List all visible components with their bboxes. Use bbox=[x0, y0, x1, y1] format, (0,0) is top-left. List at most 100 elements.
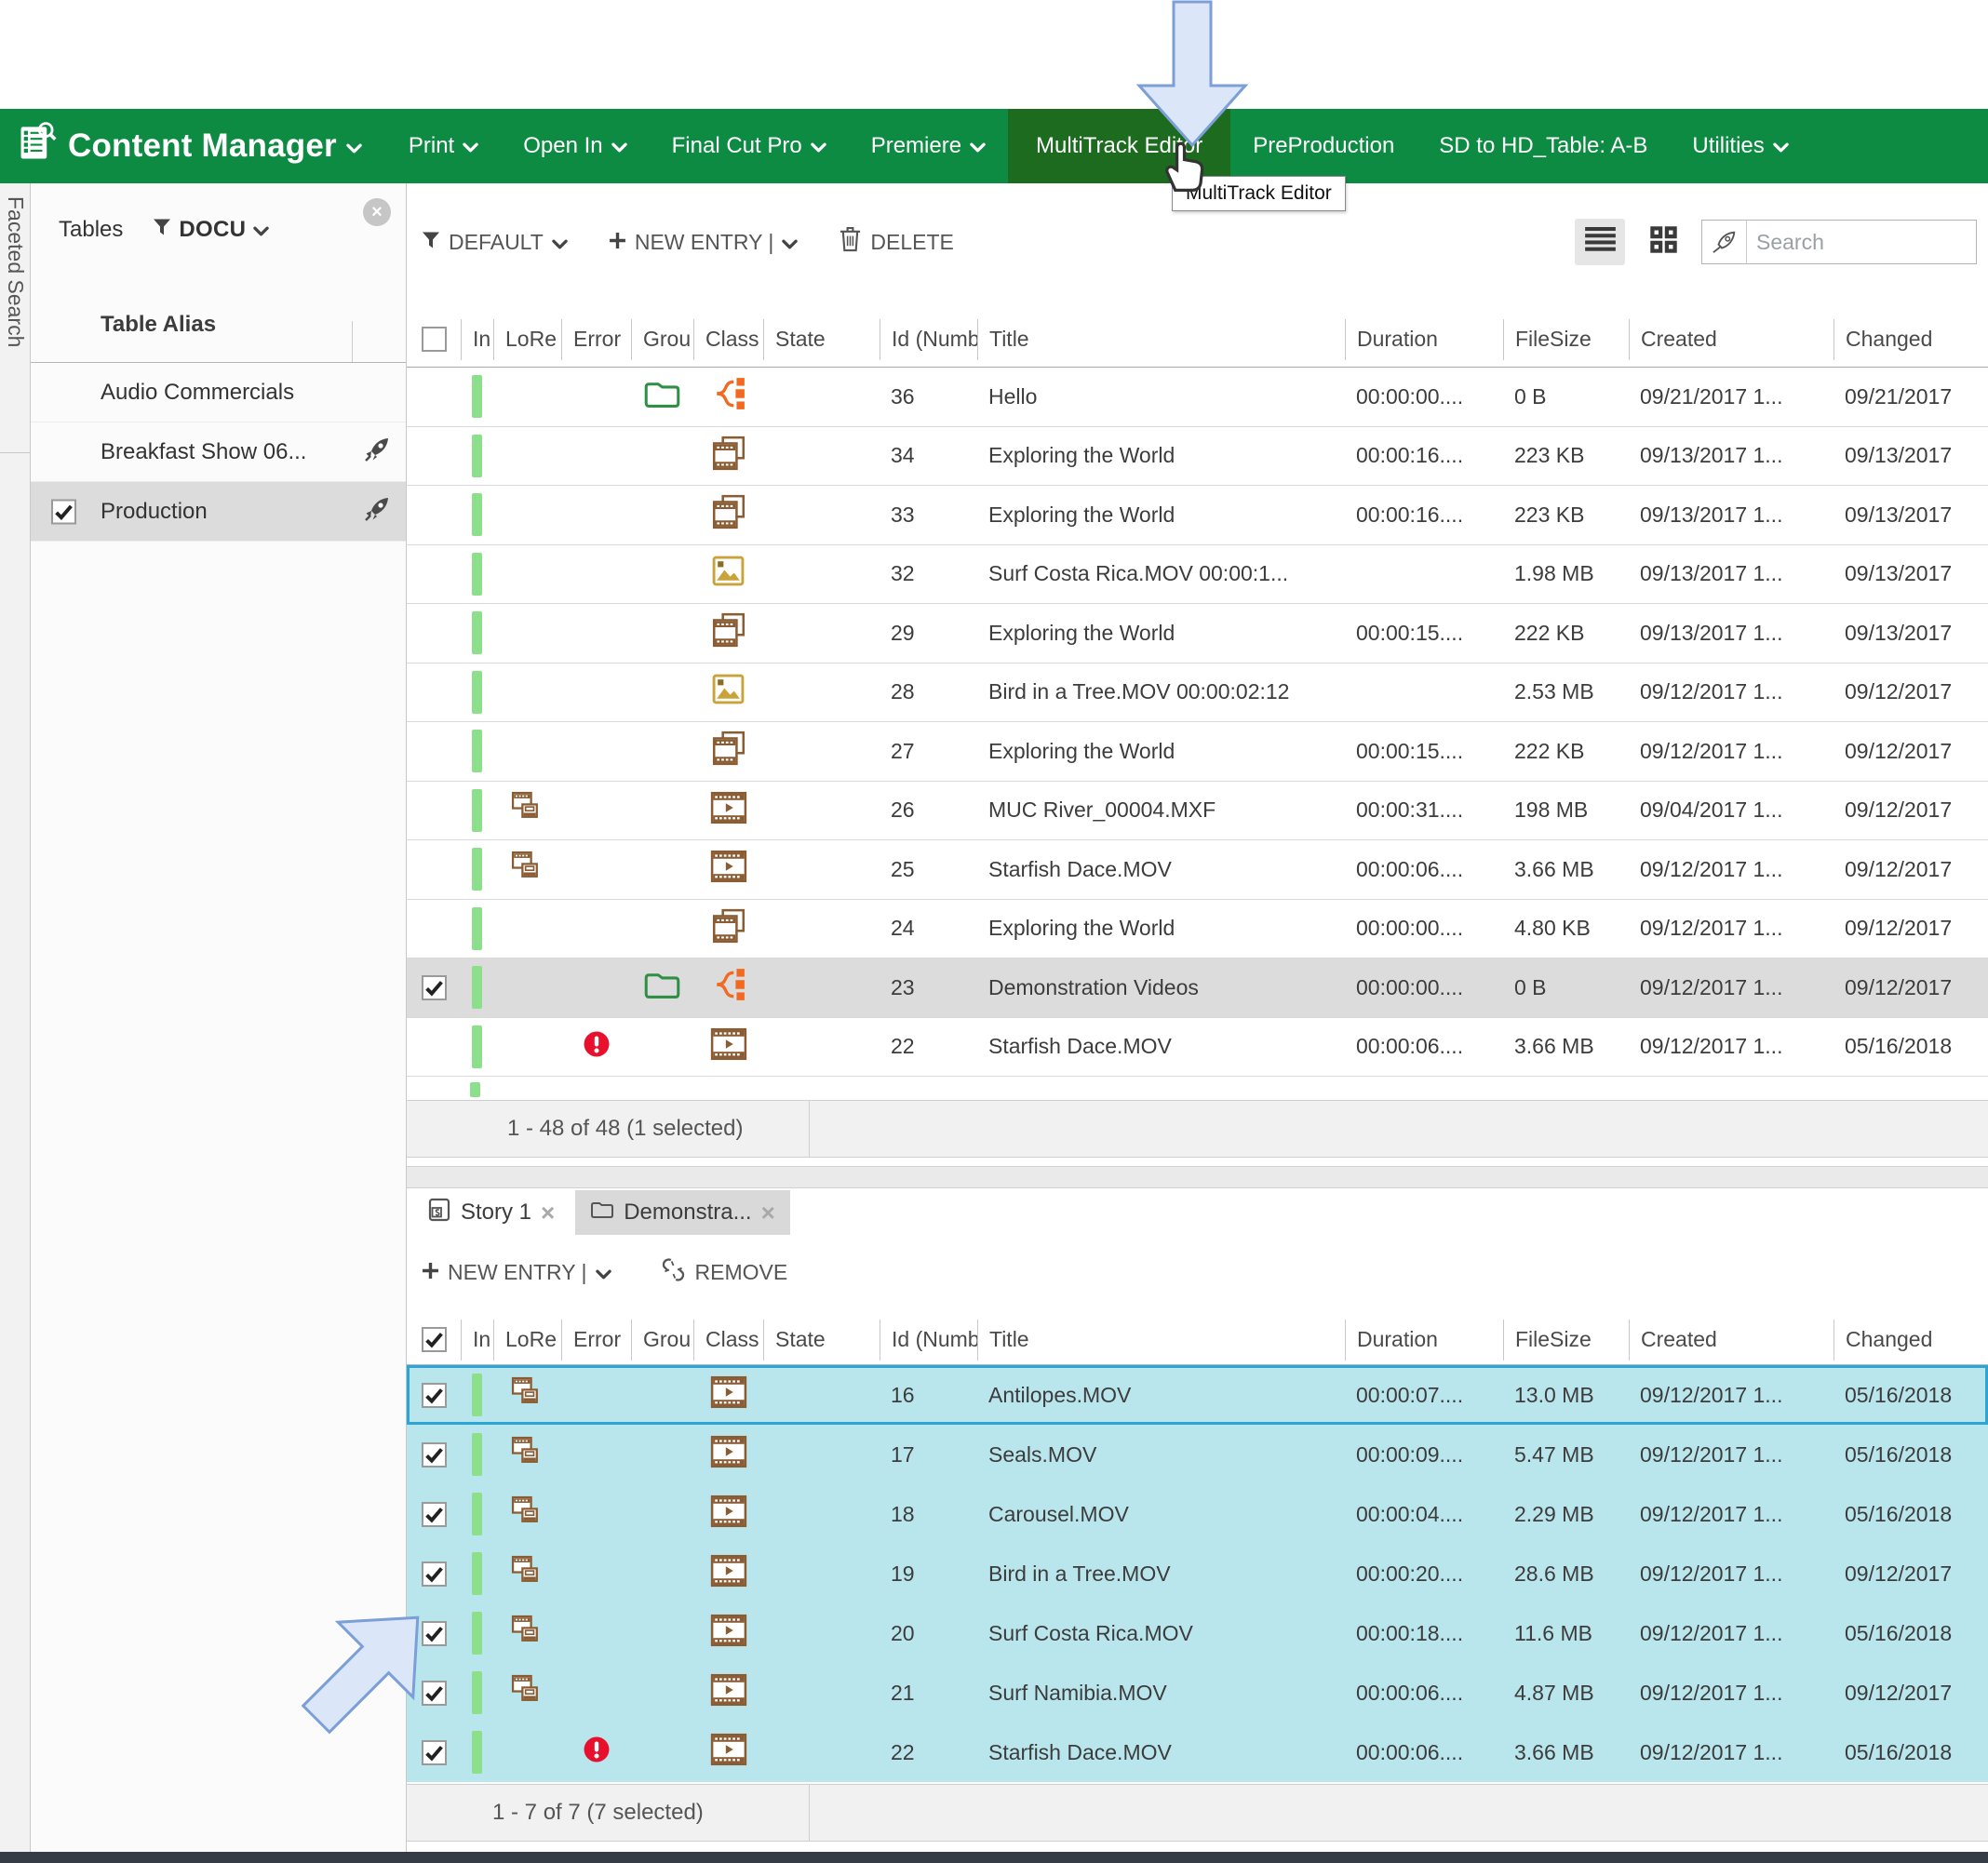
column-header-class[interactable]: Class bbox=[693, 319, 763, 360]
column-header-id-numb[interactable]: Id (Numb bbox=[880, 319, 977, 360]
tab-story-1[interactable]: Story 1× bbox=[412, 1190, 570, 1235]
table-row-id-16[interactable]: 16Antilopes.MOV00:00:07....13.0 MB09/12/… bbox=[407, 1365, 1988, 1425]
menu-item-open-in[interactable]: Open In bbox=[501, 109, 649, 183]
column-header-state[interactable]: State bbox=[763, 319, 880, 360]
cell-title: Exploring the World bbox=[977, 722, 1345, 781]
menu-item-premiere[interactable]: Premiere bbox=[849, 109, 1008, 183]
table-row-id-23[interactable]: 23Demonstration Videos00:00:00....0 B09/… bbox=[407, 958, 1988, 1018]
close-icon[interactable]: × bbox=[541, 1200, 555, 1225]
menu-item-utilities[interactable]: Utilities bbox=[1670, 109, 1810, 183]
column-header-grou[interactable]: Grou bbox=[631, 319, 693, 360]
faceted-search-tab[interactable]: Faceted Search bbox=[0, 183, 31, 453]
panel-splitter[interactable] bbox=[407, 1166, 1988, 1188]
table-alias-header[interactable]: Table Alias bbox=[101, 312, 216, 338]
new-entry-button[interactable]: NEW ENTRY | bbox=[609, 230, 799, 255]
column-header-state[interactable]: State bbox=[763, 1320, 880, 1360]
column-header-error[interactable]: Error bbox=[561, 1320, 631, 1360]
tab-label: Demonstra... bbox=[624, 1200, 751, 1226]
column-header-filesize[interactable]: FileSize bbox=[1503, 1320, 1629, 1360]
column-header-filesize[interactable]: FileSize bbox=[1503, 319, 1629, 360]
sidebar-table-row-audio-commercials[interactable]: Audio Commercials bbox=[31, 363, 406, 422]
column-header-id-numb[interactable]: Id (Numb bbox=[880, 1320, 977, 1360]
cell-select bbox=[407, 958, 461, 1017]
column-header-duration[interactable]: Duration bbox=[1345, 1320, 1503, 1360]
delete-button[interactable]: DELETE bbox=[839, 226, 953, 259]
select-all-checkbox[interactable] bbox=[422, 1327, 447, 1352]
table-row-id-24[interactable]: 24Exploring the World00:00:00....4.80 KB… bbox=[407, 900, 1988, 959]
menu-item-sd-to-hd-table-a-b[interactable]: SD to HD_Table: A-B bbox=[1417, 109, 1670, 183]
table-row-id-19[interactable]: 19Bird in a Tree.MOV00:00:20....28.6 MB0… bbox=[407, 1544, 1988, 1603]
column-header-grou[interactable]: Grou bbox=[631, 1320, 693, 1360]
table2-toolbar: NEW ENTRY | REMOVE bbox=[407, 1244, 1988, 1300]
column-header-in[interactable]: In bbox=[461, 1320, 493, 1360]
column-header-created[interactable]: Created bbox=[1629, 1320, 1834, 1360]
row-select-checkbox[interactable] bbox=[422, 1442, 447, 1468]
default-filter-button[interactable]: DEFAULT bbox=[422, 230, 568, 255]
grid-view-button[interactable] bbox=[1638, 219, 1688, 265]
cell-created: 09/12/2017 1... bbox=[1629, 958, 1834, 1017]
rocket-search-icon[interactable] bbox=[1702, 221, 1747, 263]
table-row-id-28[interactable]: 28Bird in a Tree.MOV 00:00:02:122.53 MB0… bbox=[407, 663, 1988, 723]
menu-item-preproduction[interactable]: PreProduction bbox=[1230, 109, 1417, 183]
close-icon[interactable]: × bbox=[761, 1200, 775, 1225]
list-view-button[interactable] bbox=[1575, 219, 1625, 265]
column-header-changed[interactable]: Changed bbox=[1834, 319, 1988, 360]
table-row-id-17[interactable]: 17Seals.MOV00:00:09....5.47 MB09/12/2017… bbox=[407, 1425, 1988, 1484]
column-header-duration[interactable]: Duration bbox=[1345, 319, 1503, 360]
row-select-checkbox[interactable] bbox=[422, 1740, 447, 1765]
cell-select bbox=[407, 486, 461, 544]
column-header-class[interactable]: Class bbox=[693, 1320, 763, 1360]
row-select-checkbox[interactable] bbox=[422, 975, 447, 1000]
row-select-checkbox[interactable] bbox=[422, 1561, 447, 1587]
tab-demonstra[interactable]: Demonstra... × bbox=[575, 1190, 790, 1235]
table-row-id-25[interactable]: 25Starfish Dace.MOV00:00:06....3.66 MB09… bbox=[407, 840, 1988, 900]
new-entry-button[interactable]: NEW ENTRY | bbox=[422, 1260, 611, 1285]
column-header-lore[interactable]: LoRe bbox=[493, 319, 561, 360]
close-icon[interactable]: × bbox=[363, 198, 391, 226]
cell-filesize: 222 KB bbox=[1503, 722, 1629, 781]
select-all-checkbox[interactable] bbox=[422, 327, 447, 352]
table-select-checkbox[interactable] bbox=[51, 499, 76, 524]
column-header-lore[interactable]: LoRe bbox=[493, 1320, 561, 1360]
menu-item-final-cut-pro[interactable]: Final Cut Pro bbox=[650, 109, 849, 183]
remove-button[interactable]: REMOVE bbox=[660, 1256, 788, 1289]
app-brand[interactable]: Content Manager bbox=[0, 109, 386, 183]
table-row-id-36[interactable]: 36Hello00:00:00....0 B09/21/2017 1...09/… bbox=[407, 368, 1988, 427]
rocket-icon[interactable] bbox=[363, 436, 391, 469]
column-header-title[interactable]: Title bbox=[977, 1320, 1345, 1360]
chevron-down-icon[interactable] bbox=[253, 217, 269, 243]
table-row-id-29[interactable]: 29Exploring the World00:00:15....222 KB0… bbox=[407, 604, 1988, 663]
cell-group bbox=[631, 958, 693, 1017]
column-header-created[interactable]: Created bbox=[1629, 319, 1834, 360]
table-row-id-32[interactable]: 32Surf Costa Rica.MOV 00:00:1...1.98 MB0… bbox=[407, 545, 1988, 605]
filter-value[interactable]: DOCU bbox=[179, 217, 246, 243]
column-header-changed[interactable]: Changed bbox=[1834, 1320, 1988, 1360]
table-row-id-22[interactable]: 22Starfish Dace.MOV00:00:06....3.66 MB09… bbox=[407, 1722, 1988, 1782]
table-row-id-26[interactable]: 26MUC River_00004.MXF00:00:31....198 MB0… bbox=[407, 782, 1988, 841]
table-row-id-22[interactable]: 22Starfish Dace.MOV00:00:06....3.66 MB09… bbox=[407, 1018, 1988, 1078]
cell-in bbox=[461, 663, 493, 722]
table-row-id-33[interactable]: 33Exploring the World00:00:16....223 KB0… bbox=[407, 486, 1988, 545]
cell-changed-text: 09/12/2017 bbox=[1845, 797, 1952, 823]
cell-id: 34 bbox=[880, 427, 977, 486]
video-icon bbox=[710, 791, 747, 830]
sidebar-table-row-breakfast-show-06[interactable]: Breakfast Show 06... bbox=[31, 422, 406, 482]
table-row-id-21[interactable]: 21Surf Namibia.MOV00:00:06....4.87 MB09/… bbox=[407, 1663, 1988, 1722]
search-input[interactable] bbox=[1747, 230, 1976, 255]
filter-icon[interactable] bbox=[153, 217, 171, 243]
column-header-error[interactable]: Error bbox=[561, 319, 631, 360]
table-row-id-20[interactable]: 20Surf Costa Rica.MOV00:00:18....11.6 MB… bbox=[407, 1603, 1988, 1663]
cell-select bbox=[407, 1722, 461, 1782]
column-header-in[interactable]: In bbox=[461, 319, 493, 360]
table-row-id-27[interactable]: 27Exploring the World00:00:15....222 KB0… bbox=[407, 722, 1988, 782]
table-row-id-34[interactable]: 34Exploring the World00:00:16....223 KB0… bbox=[407, 427, 1988, 487]
table-row-id-18[interactable]: 18Carousel.MOV00:00:04....2.29 MB09/12/2… bbox=[407, 1484, 1988, 1544]
sidebar-table-row-production[interactable]: Production bbox=[31, 482, 406, 542]
row-select-checkbox[interactable] bbox=[422, 1502, 447, 1527]
in-status-bar bbox=[472, 375, 482, 418]
column-header-title[interactable]: Title bbox=[977, 319, 1345, 360]
cell-changed-text: 09/12/2017 bbox=[1845, 916, 1952, 941]
rocket-icon[interactable] bbox=[363, 495, 391, 529]
menu-item-print[interactable]: Print bbox=[386, 109, 501, 183]
row-select-checkbox[interactable] bbox=[422, 1383, 447, 1408]
